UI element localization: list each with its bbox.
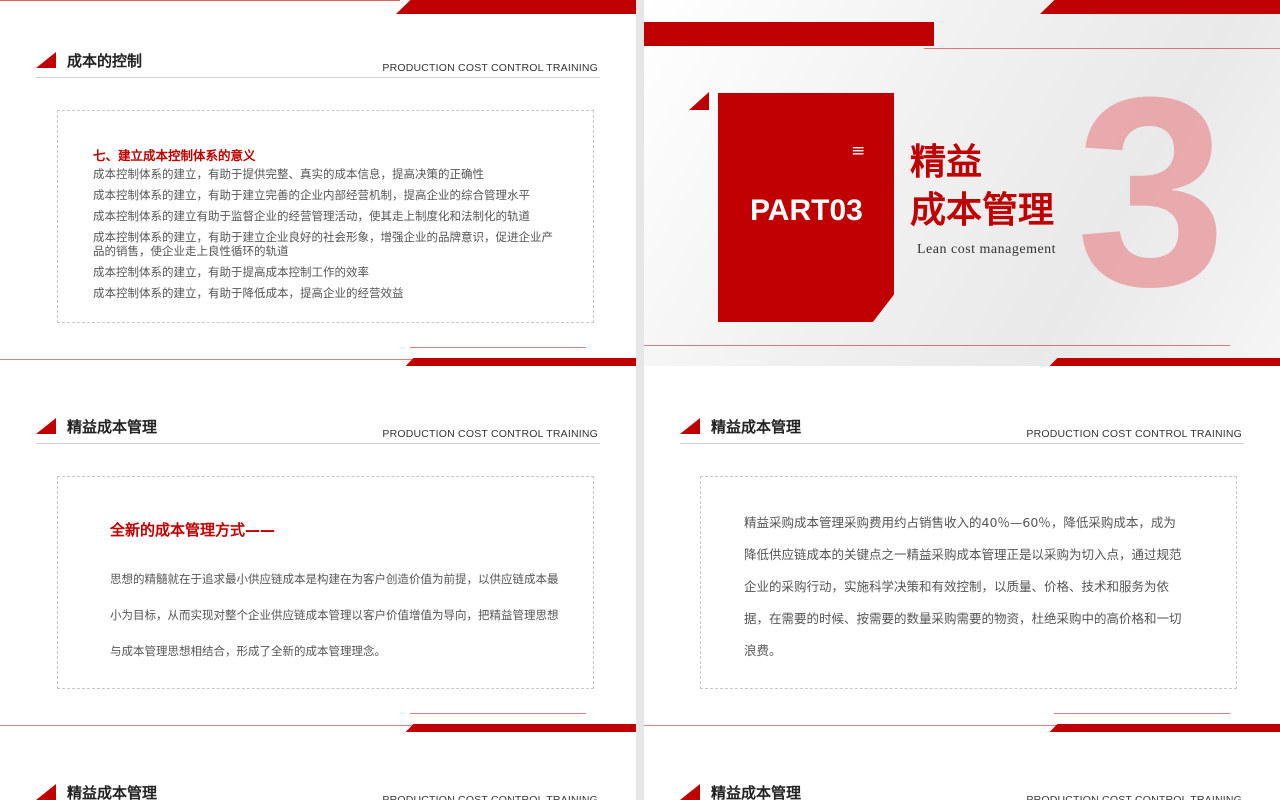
header-rule <box>680 443 1244 444</box>
slide-title: 精益成本管理 <box>67 784 158 800</box>
menu-icon: ≡ <box>851 141 866 161</box>
slide-title: 精益成本管理 <box>711 418 802 436</box>
slide-lean-procurement[interactable]: 精益成本管理 PRODUCTION COST CONTROL TRAINING … <box>644 366 1280 744</box>
slide-partial-left[interactable]: 精益成本管理 PRODUCTION COST CONTROL TRAINING <box>0 732 636 800</box>
bottom-line-upper <box>1054 713 1230 714</box>
slide-subtitle-en: PRODUCTION COST CONTROL TRAINING <box>1026 428 1242 440</box>
slide-title: 精益成本管理 <box>711 784 802 800</box>
list-item: 成本控制体系的建立，有助于建立完善的企业内部经营机制，提高企业的综合管理水平 <box>93 188 530 202</box>
slide-subtitle-en: PRODUCTION COST CONTROL TRAINING <box>382 428 598 440</box>
title-triangle-icon <box>36 418 56 434</box>
top-red-band <box>644 22 934 46</box>
title-triangle-icon <box>680 418 700 434</box>
title-triangle-icon <box>36 784 56 800</box>
part-title-line2: 成本管理 <box>910 190 1055 231</box>
title-triangle-icon <box>36 52 56 68</box>
section-heading: 全新的成本管理方式—— <box>110 521 276 539</box>
title-triangle-icon <box>680 784 700 800</box>
top-red-bar <box>1040 0 1280 14</box>
list-item: 成本控制体系的建立有助于监督企业的经营管理活动，使其走上制度化和法制化的轨道 <box>93 209 530 223</box>
header-rule <box>36 443 600 444</box>
slide-title: 精益成本管理 <box>67 418 158 436</box>
part-subtitle-en: Lean cost management <box>917 242 1057 257</box>
slide-title: 成本的控制 <box>67 52 143 70</box>
item-list: 成本控制体系的建立，有助于提供完整、真实的成本信息，提高决策的正确性 成本控制体… <box>93 167 563 307</box>
part-title-line1: 精益 <box>910 142 983 183</box>
bottom-line-upper <box>410 713 586 714</box>
content-box: 七、建立成本控制体系的意义 成本控制体系的建立，有助于提供完整、真实的成本信息，… <box>57 110 594 323</box>
slide-partial-right[interactable]: 精益成本管理 PRODUCTION COST CONTROL TRAINING <box>644 732 1280 800</box>
list-item: 成本控制体系的建立，有助于提供完整、真实的成本信息，提高决策的正确性 <box>93 167 484 181</box>
slide-lean-cost-new-method[interactable]: 精益成本管理 PRODUCTION COST CONTROL TRAINING … <box>0 366 636 744</box>
slide-subtitle-en: PRODUCTION COST CONTROL TRAINING <box>382 62 598 74</box>
paragraph: 精益采购成本管理采购费用约占销售收入的40％—60％，降低采购成本，成为降低供应… <box>744 515 1182 658</box>
slide-part03-cover[interactable]: 3 ≡ PART03 精益 成本管理 Lean cost management <box>644 0 1280 378</box>
header-rule <box>36 77 600 78</box>
part-label: PART03 <box>750 194 863 227</box>
slide-subtitle-en: PRODUCTION COST CONTROL TRAINING <box>1026 794 1242 800</box>
top-line <box>0 0 400 1</box>
content-box: 全新的成本管理方式—— 思想的精髓就在于追求最小供应链成本是构建在为客户创造价值… <box>57 476 594 689</box>
top-red-bar <box>396 0 636 14</box>
list-item: 成本控制体系的建立，有助于降低成本，提高企业的经营效益 <box>93 286 404 300</box>
bottom-line-upper <box>410 347 586 348</box>
section-heading: 七、建立成本控制体系的意义 <box>93 148 256 163</box>
paragraph: 思想的精髓就在于追求最小供应链成本是构建在为客户创造价值为前提，以供应链成本最小… <box>110 572 559 658</box>
slide-cost-control[interactable]: 成本的控制 PRODUCTION COST CONTROL TRAINING 七… <box>0 0 636 378</box>
list-item: 成本控制体系的建立，有助于提高成本控制工作的效率 <box>93 265 369 279</box>
slide-subtitle-en: PRODUCTION COST CONTROL TRAINING <box>382 794 598 800</box>
list-item: 成本控制体系的建立，有助于建立企业良好的社会形象，增强企业的品牌意识，促进企业产… <box>93 230 553 258</box>
bottom-line <box>644 345 1230 346</box>
big-number: 3 <box>1076 42 1227 343</box>
content-box: 精益采购成本管理采购费用约占销售收入的40％—60％，降低采购成本，成为降低供应… <box>700 476 1237 689</box>
